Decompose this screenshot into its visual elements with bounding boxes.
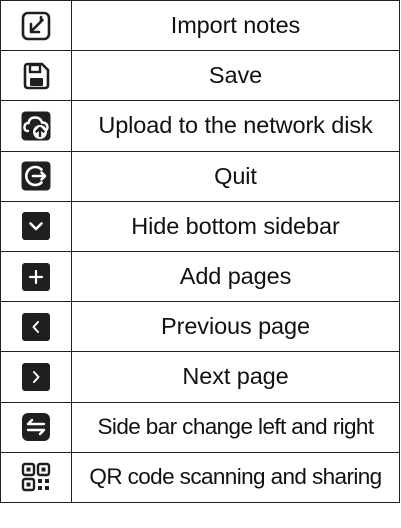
- legend-row-previous-page: Previous page: [0, 301, 400, 353]
- plus-icon: [21, 262, 51, 292]
- legend-label: Next page: [71, 351, 400, 403]
- legend-label: Previous page: [71, 301, 400, 353]
- chevron-down-icon: [21, 211, 51, 241]
- legend-row-hide-sidebar: Hide bottom sidebar: [0, 200, 400, 252]
- icon-cell: [0, 0, 72, 52]
- icon-cell: [0, 301, 72, 353]
- qr-code-icon: [21, 462, 51, 492]
- legend-row-quit: Quit: [0, 150, 400, 202]
- legend-row-qr-code: QR code scanning and sharing: [0, 451, 400, 503]
- legend-row-upload: Upload to the network disk: [0, 100, 400, 152]
- legend-label: Import notes: [71, 0, 400, 52]
- legend-label: Side bar change left and right: [71, 401, 400, 453]
- icon-cell: [0, 200, 72, 252]
- import-icon: [21, 11, 51, 41]
- icon-cell: [0, 351, 72, 403]
- icon-cell: [0, 150, 72, 202]
- icon-cell: [0, 50, 72, 102]
- chevron-right-icon: [21, 362, 51, 392]
- icon-cell: [0, 250, 72, 303]
- icon-cell: [0, 100, 72, 152]
- legend-label: Add pages: [71, 250, 400, 303]
- save-icon: [21, 61, 51, 91]
- legend-row-save: Save: [0, 50, 400, 102]
- legend-label: Save: [71, 50, 400, 102]
- legend-label: Hide bottom sidebar: [71, 200, 400, 252]
- legend-row-sidebar-switch: Side bar change left and right: [0, 401, 400, 453]
- legend-label: Upload to the network disk: [71, 100, 400, 152]
- legend-label: Quit: [71, 150, 400, 202]
- legend-label: QR code scanning and sharing: [71, 451, 400, 503]
- cloud-upload-icon: [21, 111, 51, 141]
- legend-row-import: Import notes: [0, 0, 400, 52]
- icon-cell: [0, 401, 72, 453]
- swap-arrows-icon: [21, 412, 51, 442]
- icon-cell: [0, 451, 72, 503]
- chevron-left-icon: [21, 312, 51, 342]
- legend-row-next-page: Next page: [0, 351, 400, 403]
- icon-legend-table: Import notes Save Upload to the network …: [0, 0, 400, 503]
- legend-row-add-pages: Add pages: [0, 250, 400, 303]
- quit-icon: [21, 161, 51, 191]
